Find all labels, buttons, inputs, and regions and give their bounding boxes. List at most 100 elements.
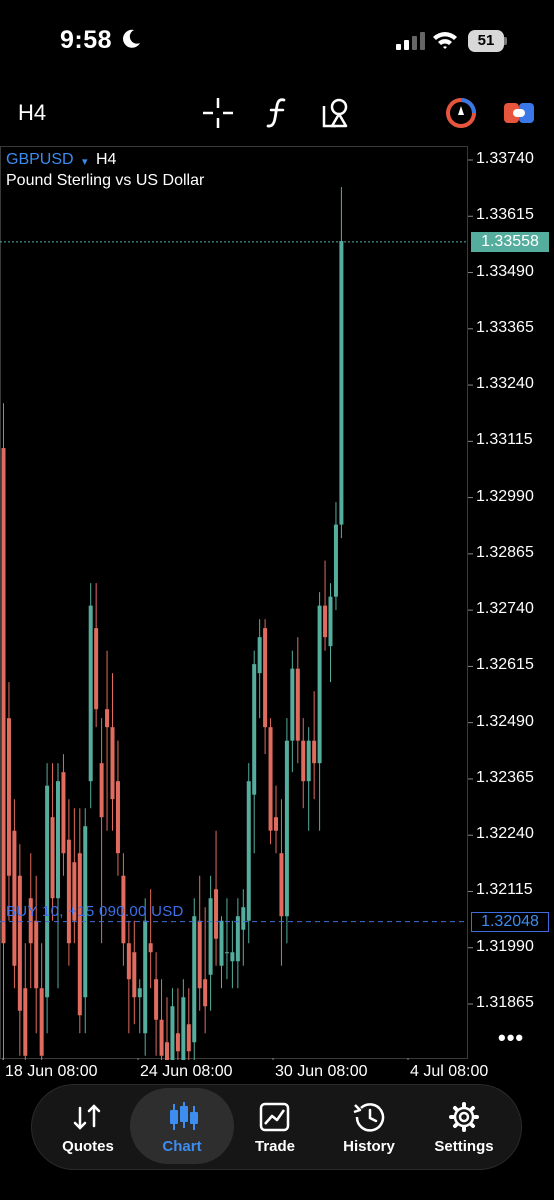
candle bbox=[159, 979, 164, 1060]
time-tick-label: 18 Jun 08:00 bbox=[5, 1063, 98, 1080]
more-options-icon[interactable]: ••• bbox=[498, 1025, 524, 1051]
candle bbox=[12, 799, 17, 989]
candle bbox=[170, 988, 175, 1060]
candle-body bbox=[115, 781, 120, 854]
candle-body bbox=[301, 740, 306, 782]
candle-body bbox=[306, 740, 311, 782]
candle-body bbox=[12, 830, 17, 966]
status-time: 9:58 bbox=[60, 26, 113, 54]
candle bbox=[105, 650, 110, 831]
candle bbox=[50, 763, 55, 921]
candle bbox=[175, 988, 180, 1060]
candle bbox=[28, 853, 33, 989]
candle-body bbox=[224, 952, 229, 954]
price-tick-label: 1.32115 bbox=[476, 881, 533, 899]
candle bbox=[23, 943, 28, 1060]
one-click-trading-icon[interactable] bbox=[502, 96, 536, 130]
candle-body bbox=[159, 1019, 164, 1056]
candle-body bbox=[186, 1024, 191, 1052]
candle-body bbox=[34, 920, 39, 989]
account-icon[interactable] bbox=[444, 96, 478, 130]
candle-body bbox=[175, 1033, 180, 1052]
price-tick-label: 1.33490 bbox=[476, 262, 534, 280]
candle-body bbox=[143, 920, 148, 1034]
candle bbox=[197, 875, 202, 1011]
candle bbox=[203, 907, 208, 1034]
crosshair-icon[interactable] bbox=[201, 96, 235, 130]
candle-body bbox=[241, 907, 246, 930]
candle bbox=[214, 830, 219, 966]
candle bbox=[34, 875, 39, 1034]
price-tick-label: 1.33240 bbox=[476, 375, 534, 393]
price-tick-label: 1.31865 bbox=[476, 994, 534, 1011]
objects-icon[interactable] bbox=[320, 96, 354, 130]
candle-body bbox=[268, 727, 273, 831]
candle bbox=[77, 808, 82, 1034]
candle bbox=[317, 592, 322, 831]
candle bbox=[224, 898, 229, 980]
candle-body bbox=[208, 898, 213, 975]
candle bbox=[72, 808, 77, 944]
candle-body bbox=[295, 668, 300, 741]
signal-icon bbox=[396, 32, 425, 50]
timeframe-selector[interactable]: H4 bbox=[18, 100, 46, 126]
candle-body bbox=[230, 952, 235, 962]
candle-body bbox=[252, 664, 257, 795]
candle bbox=[66, 799, 71, 966]
candle bbox=[186, 988, 191, 1060]
candle-body bbox=[290, 668, 295, 741]
candle bbox=[235, 898, 240, 989]
candle-body bbox=[1, 448, 6, 944]
quotes-icon bbox=[73, 1104, 101, 1130]
tab-trade[interactable]: Trade bbox=[227, 1088, 323, 1164]
tab-settings[interactable]: Settings bbox=[416, 1088, 512, 1164]
candle-body bbox=[88, 605, 93, 782]
candle-body bbox=[197, 920, 202, 989]
symbol-name[interactable]: GBPUSD bbox=[6, 151, 74, 169]
candle bbox=[6, 682, 11, 921]
chart-candles-icon bbox=[170, 1102, 198, 1130]
candle-body bbox=[279, 853, 284, 917]
battery-indicator: 51 bbox=[468, 30, 504, 52]
candle bbox=[165, 997, 169, 1060]
tab-label: History bbox=[343, 1138, 395, 1155]
candle-body bbox=[39, 988, 44, 1056]
tab-history[interactable]: History bbox=[321, 1088, 417, 1164]
candle bbox=[284, 718, 289, 944]
trade-icon bbox=[259, 1102, 290, 1132]
candle-body bbox=[23, 988, 28, 1056]
candle bbox=[45, 763, 50, 1034]
candle bbox=[154, 952, 159, 1056]
candle bbox=[181, 979, 186, 1060]
price-tick-label: 1.33740 bbox=[476, 150, 534, 167]
candle-body bbox=[77, 853, 82, 1016]
candle-body bbox=[6, 718, 11, 876]
position-label[interactable]: BUY 10, +15 090.00 USD bbox=[6, 903, 184, 920]
candle bbox=[192, 898, 197, 1060]
candle bbox=[17, 844, 22, 1056]
position-price-label: 1.32048 bbox=[471, 911, 549, 932]
tab-label: Chart bbox=[162, 1138, 202, 1155]
price-tick-label: 1.32240 bbox=[476, 825, 534, 843]
candle bbox=[333, 502, 338, 611]
price-tick-label: 1.32490 bbox=[476, 712, 534, 730]
price-tick-label: 1.32365 bbox=[476, 768, 534, 786]
candle-body bbox=[246, 781, 251, 921]
candle-body bbox=[323, 605, 328, 638]
candle-body bbox=[257, 637, 262, 674]
candle bbox=[94, 583, 99, 728]
candle bbox=[132, 920, 137, 1025]
tab-chart[interactable]: Chart bbox=[130, 1088, 234, 1164]
symbol-dropdown-icon[interactable]: ▾ bbox=[82, 155, 88, 168]
candle bbox=[241, 889, 246, 966]
tab-quotes[interactable]: Quotes bbox=[40, 1088, 136, 1164]
candle bbox=[110, 673, 115, 831]
candle-body bbox=[132, 952, 137, 998]
candle-body bbox=[45, 785, 50, 998]
candle-body bbox=[274, 817, 278, 831]
indicators-icon[interactable] bbox=[262, 96, 296, 130]
price-tick-label: 1.31990 bbox=[476, 937, 534, 955]
candle-body bbox=[66, 839, 71, 944]
candle bbox=[246, 763, 251, 944]
bid-price-label: 1.33558 bbox=[471, 231, 549, 252]
